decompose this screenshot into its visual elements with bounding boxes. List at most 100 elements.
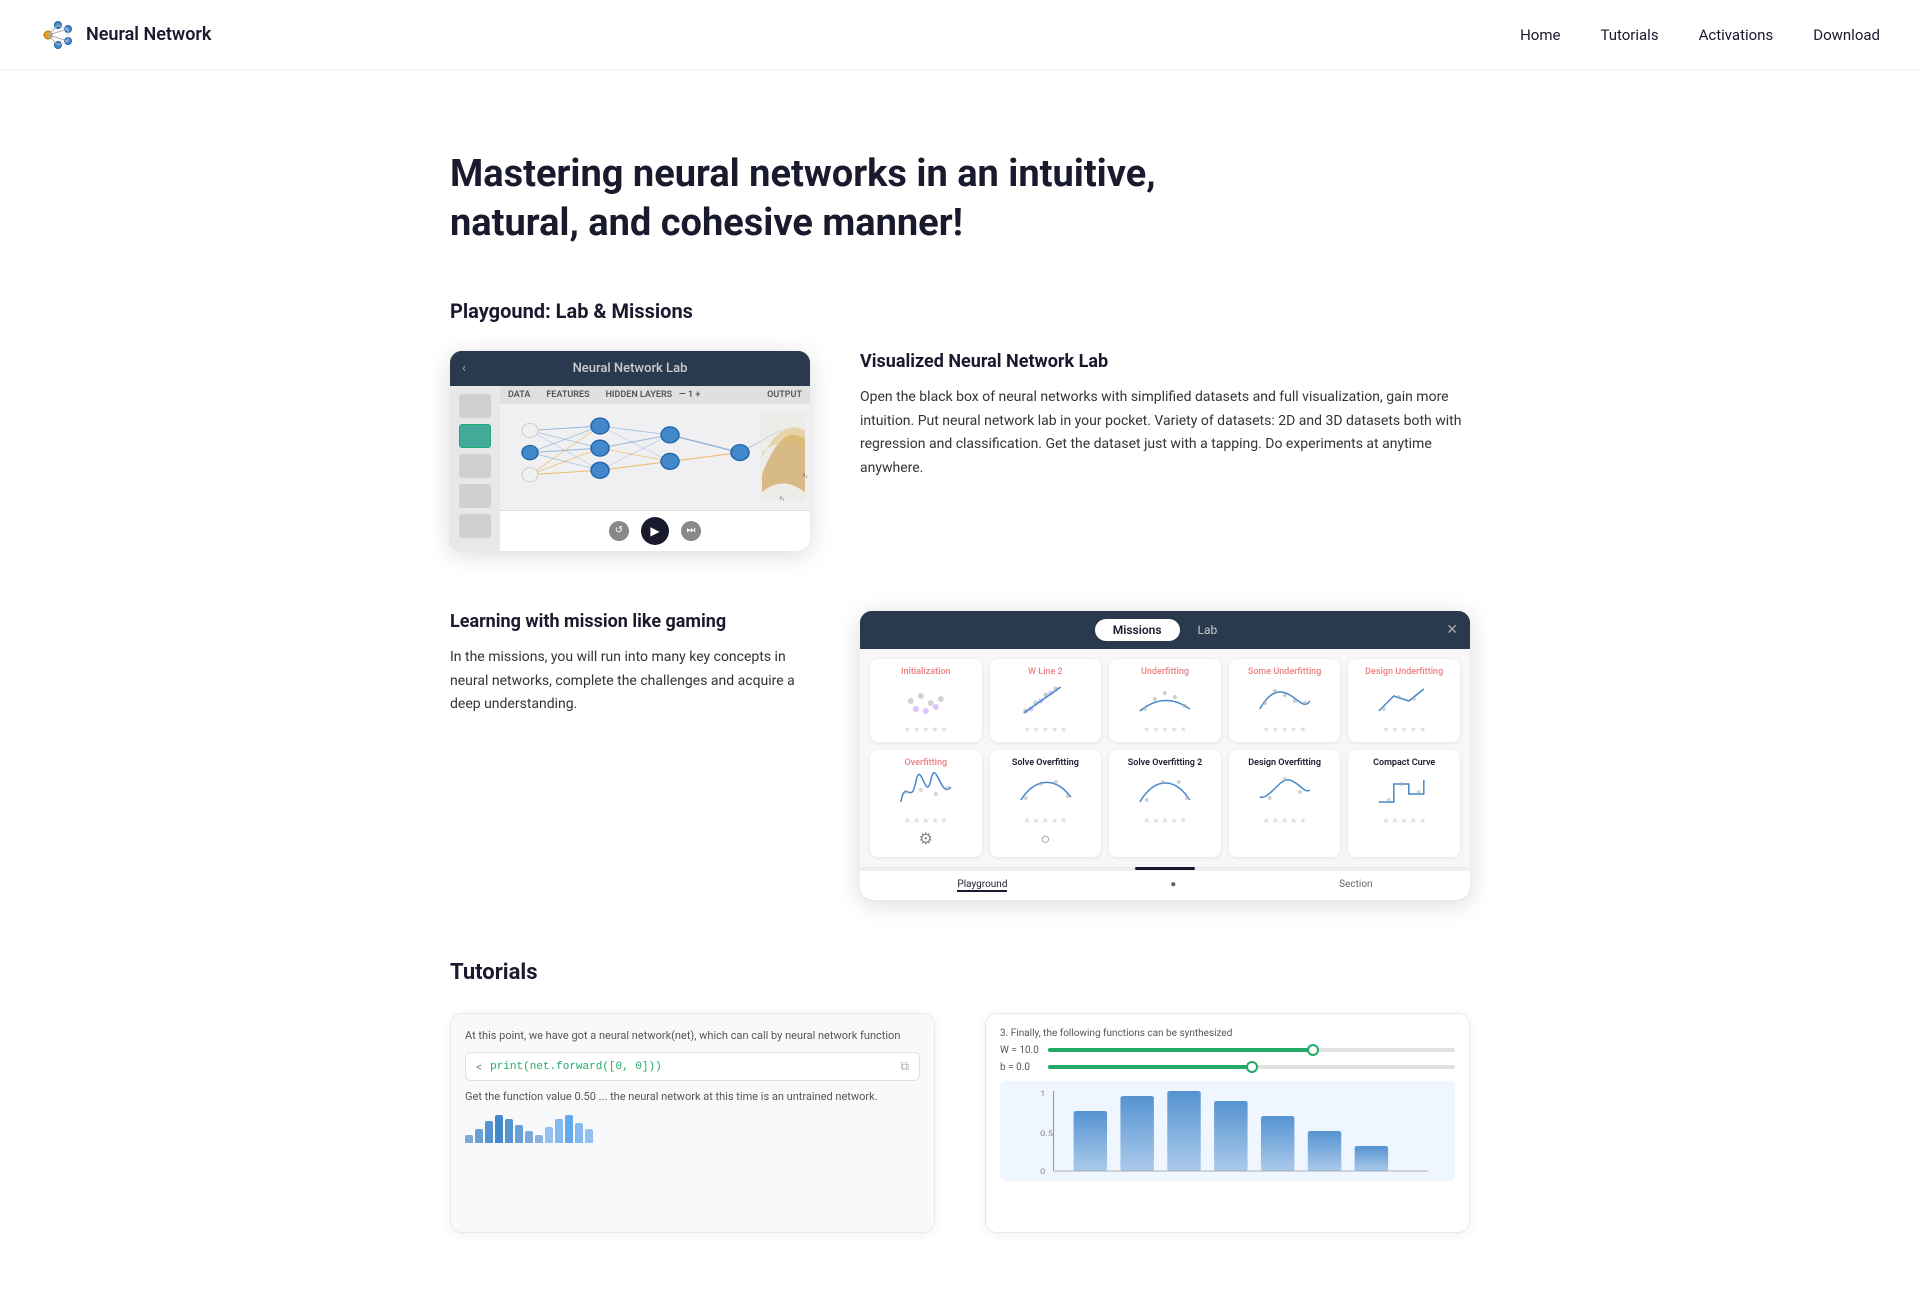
mission-card-initialization[interactable]: Initialization ★★★★★: [870, 659, 982, 742]
lab-header-data: DATA: [508, 390, 530, 400]
chart-svg: 0 0.5 1: [1000, 1081, 1455, 1181]
nav-activations[interactable]: Activations: [1699, 26, 1774, 44]
mission-card-title-5: Design Underfitting: [1356, 667, 1452, 677]
lab-title-bar: ‹ Neural Network Lab: [450, 351, 810, 386]
slider-w-fill: [1048, 1048, 1313, 1052]
mission-chart-8: [1117, 772, 1213, 808]
mission-stars-4: ★★★★★: [1237, 725, 1333, 734]
nav-download[interactable]: Download: [1813, 26, 1880, 44]
slider-b-fill: [1048, 1065, 1252, 1069]
tutorial-chart-box: 3. Finally, the following functions can …: [985, 1013, 1470, 1233]
slider-b-track[interactable]: [1048, 1065, 1455, 1069]
mission-stars-6: ★★★★★: [878, 816, 974, 825]
slider-w-label: W = 10.0: [1000, 1045, 1040, 1056]
slider-w-track[interactable]: [1048, 1048, 1455, 1052]
mission-chart-2: [998, 681, 1094, 717]
lab-sidebar-item-1[interactable]: [459, 394, 491, 418]
mission-card-design-underfitting[interactable]: Design Underfitting ★★★★★: [1348, 659, 1460, 742]
mission-card-solve-overfitting[interactable]: Solve Overfitting ★★★★★ ○: [990, 750, 1102, 857]
lab-feature-heading: Visualized Neural Network Lab: [860, 351, 1470, 372]
mission-stars-8: ★★★★★: [1117, 816, 1213, 825]
missions-text-col: Learning with mission like gaming In the…: [450, 611, 810, 717]
hero-title: Mastering neural networks in an intuitiv…: [450, 150, 1170, 249]
missions-text: In the missions, you will run into many …: [450, 646, 810, 717]
mission-chart-5: [1356, 681, 1452, 717]
tab-missions[interactable]: Missions: [1095, 619, 1180, 641]
network-svg: x₁ x₂: [500, 404, 810, 510]
lab-feature-text: Open the black box of neural networks wi…: [860, 386, 1470, 481]
svg-text:x₂: x₂: [802, 472, 807, 478]
bottom-bar-playground[interactable]: Playground: [957, 879, 1007, 892]
missions-close-icon[interactable]: ✕: [1446, 622, 1458, 638]
lab-screenshot: ‹ Neural Network Lab: [450, 351, 810, 551]
mission-stars-5: ★★★★★: [1356, 725, 1452, 734]
mission-card-underfitting[interactable]: Underfitting ★★★★★: [1109, 659, 1221, 742]
lab-back-button[interactable]: ‹: [462, 361, 466, 376]
lab-screenshot-col: ‹ Neural Network Lab: [450, 351, 810, 551]
tutorial-code-desc: Get the function value 0.50 ... the neur…: [465, 1089, 920, 1104]
lab-header-hidden: HIDDEN LAYERS — 1 +: [606, 390, 752, 400]
lab-header-row: DATA FEATURES HIDDEN LAYERS — 1 + OUTPUT: [500, 386, 810, 404]
nav-home[interactable]: Home: [1520, 26, 1560, 44]
lab-header-output: OUTPUT: [767, 390, 802, 400]
mission-card-title-10: Compact Curve: [1356, 758, 1452, 768]
lab-next-button[interactable]: ⏭: [681, 521, 701, 541]
missions-tab-bar: Missions Lab ✕: [860, 611, 1470, 649]
logo[interactable]: Neural Network: [40, 17, 211, 53]
slider-w-thumb[interactable]: [1307, 1044, 1319, 1056]
missions-bottom-bar: Playground ● Section: [860, 870, 1470, 900]
mission-card-title-2: W Line 2: [998, 667, 1094, 677]
lab-controls: ↺ ▶ ⏭: [500, 510, 810, 551]
mission-stars-2: ★★★★★: [998, 725, 1094, 734]
missions-screenshot: Missions Lab ✕ Initialization: [860, 611, 1470, 900]
nav-links: Home Tutorials Activations Download: [1520, 26, 1880, 44]
lab-play-button[interactable]: ▶: [641, 517, 669, 545]
tutorial-chart-area: 0 0.5 1: [1000, 1081, 1455, 1181]
nav-tutorials[interactable]: Tutorials: [1600, 26, 1658, 44]
lab-sidebar-item-2[interactable]: [459, 424, 491, 448]
mission-card-title-4: Some Underfitting: [1237, 667, 1333, 677]
svg-text:x₁: x₁: [779, 495, 784, 501]
mission-card-solve-overfitting2[interactable]: Solve Overfitting 2 ★★★★★: [1109, 750, 1221, 857]
mission-stars-1: ★★★★★: [878, 725, 974, 734]
svg-text:0: 0: [1040, 1168, 1046, 1176]
mission-icon-check: ○: [998, 829, 1094, 849]
chart-slider-b: b = 0.0: [1000, 1062, 1455, 1073]
missions-row: Learning with mission like gaming In the…: [450, 611, 1470, 900]
mission-chart-1: [878, 681, 974, 717]
lab-restart-button[interactable]: ↺: [609, 521, 629, 541]
mission-card-compact-curve[interactable]: Compact Curve ★★★★★: [1348, 750, 1460, 857]
tab-lab[interactable]: Lab: [1180, 619, 1236, 641]
lab-description-col: Visualized Neural Network Lab Open the b…: [860, 351, 1470, 481]
mission-chart-6: [878, 772, 974, 808]
bottom-bar-section[interactable]: Section: [1339, 879, 1372, 892]
lab-sidebar-item-4[interactable]: [459, 484, 491, 508]
code-chevron-icon: <: [476, 1060, 482, 1074]
logo-text: Neural Network: [86, 24, 211, 45]
slider-b-thumb[interactable]: [1246, 1061, 1258, 1073]
mission-chart-3: [1117, 681, 1213, 717]
missions-screenshot-col: Missions Lab ✕ Initialization: [860, 611, 1470, 900]
lab-sidebar: [450, 386, 500, 551]
lab-header-features: FEATURES: [546, 390, 589, 400]
code-copy-icon[interactable]: ⧉: [900, 1059, 909, 1074]
scroll-pill: [1135, 867, 1195, 870]
slider-b-label: b = 0.0: [1000, 1062, 1040, 1073]
lab-sidebar-item-3[interactable]: [459, 454, 491, 478]
mission-card-some-underfitting[interactable]: Some Underfitting ★★★★★: [1229, 659, 1341, 742]
missions-grid: Initialization ★★★★★: [860, 649, 1470, 867]
page-end: [0, 1273, 1920, 1313]
lab-sidebar-item-5[interactable]: [459, 514, 491, 538]
tutorial-code-label: At this point, we have got a neural netw…: [465, 1028, 920, 1045]
mission-stars-3: ★★★★★: [1117, 725, 1213, 734]
mission-card-design-overfitting[interactable]: Design Overfitting ★★★★★: [1229, 750, 1341, 857]
mission-card-wline2[interactable]: W Line 2 ★★★★★: [990, 659, 1102, 742]
tutorial-code-block[interactable]: < print(net.forward([0, 0])) ⧉: [465, 1052, 920, 1081]
logo-icon: [40, 17, 76, 53]
tutorials-section: Tutorials At this point, we have got a n…: [450, 960, 1470, 1233]
tutorials-section-title: Tutorials: [450, 960, 1470, 985]
mission-stars-10: ★★★★★: [1356, 816, 1452, 825]
mission-card-overfitting[interactable]: Overfitting ★★★★★ ⚙: [870, 750, 982, 857]
mission-stars-7: ★★★★★: [998, 816, 1094, 825]
lab-main-area: DATA FEATURES HIDDEN LAYERS — 1 + OUTPUT: [500, 386, 810, 551]
